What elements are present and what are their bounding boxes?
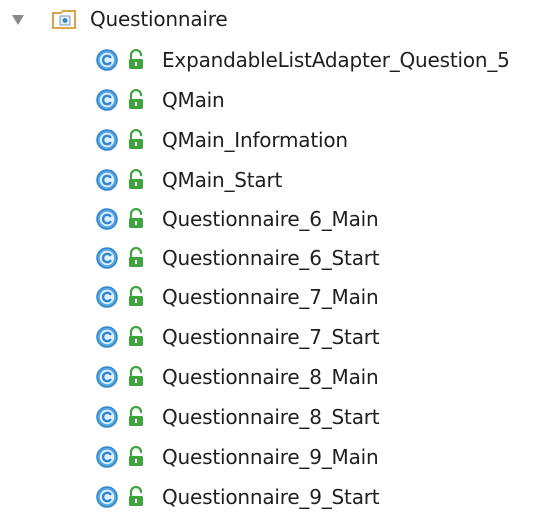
class-label: Questionnaire_6_Main bbox=[162, 207, 379, 231]
class-icon bbox=[96, 406, 118, 428]
public-lock-icon bbox=[127, 485, 145, 508]
tree-class-item[interactable]: Questionnaire_7_Main bbox=[0, 277, 534, 317]
class-label: QMain_Start bbox=[162, 168, 283, 192]
class-icon bbox=[96, 486, 118, 508]
tree-class-item[interactable]: QMain bbox=[0, 80, 534, 120]
class-icon bbox=[96, 169, 118, 191]
package-folder-icon bbox=[52, 9, 78, 30]
class-icon bbox=[96, 208, 118, 230]
triangle-down-icon bbox=[12, 15, 24, 25]
public-lock-icon bbox=[127, 128, 145, 151]
tree-class-item[interactable]: ExpandableListAdapter_Question_5 bbox=[0, 40, 534, 80]
expand-collapse-chevron-icon[interactable] bbox=[10, 13, 26, 27]
public-lock-icon bbox=[127, 325, 145, 348]
package-label: Questionnaire bbox=[90, 7, 228, 31]
tree-class-item[interactable]: Questionnaire_6_Start bbox=[0, 238, 534, 278]
tree-class-item[interactable]: QMain_Start bbox=[0, 160, 534, 200]
public-lock-icon bbox=[127, 445, 145, 468]
class-label: QMain_Information bbox=[162, 128, 348, 152]
class-label: Questionnaire_6_Start bbox=[162, 246, 380, 270]
class-icon bbox=[96, 366, 118, 388]
public-lock-icon bbox=[127, 48, 145, 71]
class-icon bbox=[96, 286, 118, 308]
class-label: Questionnaire_8_Main bbox=[162, 365, 379, 389]
class-label: Questionnaire_7_Main bbox=[162, 285, 379, 309]
class-icon bbox=[96, 326, 118, 348]
class-label: Questionnaire_7_Start bbox=[162, 325, 380, 349]
class-icon bbox=[96, 89, 118, 111]
public-lock-icon bbox=[127, 168, 145, 191]
tree-class-item[interactable]: Questionnaire_7_Start bbox=[0, 317, 534, 357]
tree-class-item[interactable]: Questionnaire_9_Main bbox=[0, 437, 534, 477]
class-icon bbox=[96, 49, 118, 71]
public-lock-icon bbox=[127, 207, 145, 230]
public-lock-icon bbox=[127, 405, 145, 428]
tree-class-item[interactable]: Questionnaire_8_Main bbox=[0, 357, 534, 397]
class-icon bbox=[96, 129, 118, 151]
class-label: QMain bbox=[162, 88, 225, 112]
class-label: Questionnaire_9_Main bbox=[162, 445, 379, 469]
class-label: Questionnaire_8_Start bbox=[162, 405, 380, 429]
class-label: Questionnaire_9_Start bbox=[162, 485, 380, 509]
public-lock-icon bbox=[127, 88, 145, 111]
tree-class-item[interactable]: Questionnaire_8_Start bbox=[0, 397, 534, 437]
tree-class-item[interactable]: Questionnaire_9_Start bbox=[0, 477, 534, 517]
public-lock-icon bbox=[127, 246, 145, 269]
class-label: ExpandableListAdapter_Question_5 bbox=[162, 48, 510, 72]
public-lock-icon bbox=[127, 365, 145, 388]
public-lock-icon bbox=[127, 285, 145, 308]
class-icon bbox=[96, 446, 118, 468]
tree-class-item[interactable]: QMain_Information bbox=[0, 120, 534, 160]
project-tree: Questionnaire ExpandableListAdapter_Ques… bbox=[0, 0, 534, 513]
class-icon bbox=[96, 247, 118, 269]
tree-class-item[interactable]: Questionnaire_6_Main bbox=[0, 199, 534, 239]
tree-package-questionnaire[interactable]: Questionnaire bbox=[0, 0, 534, 40]
